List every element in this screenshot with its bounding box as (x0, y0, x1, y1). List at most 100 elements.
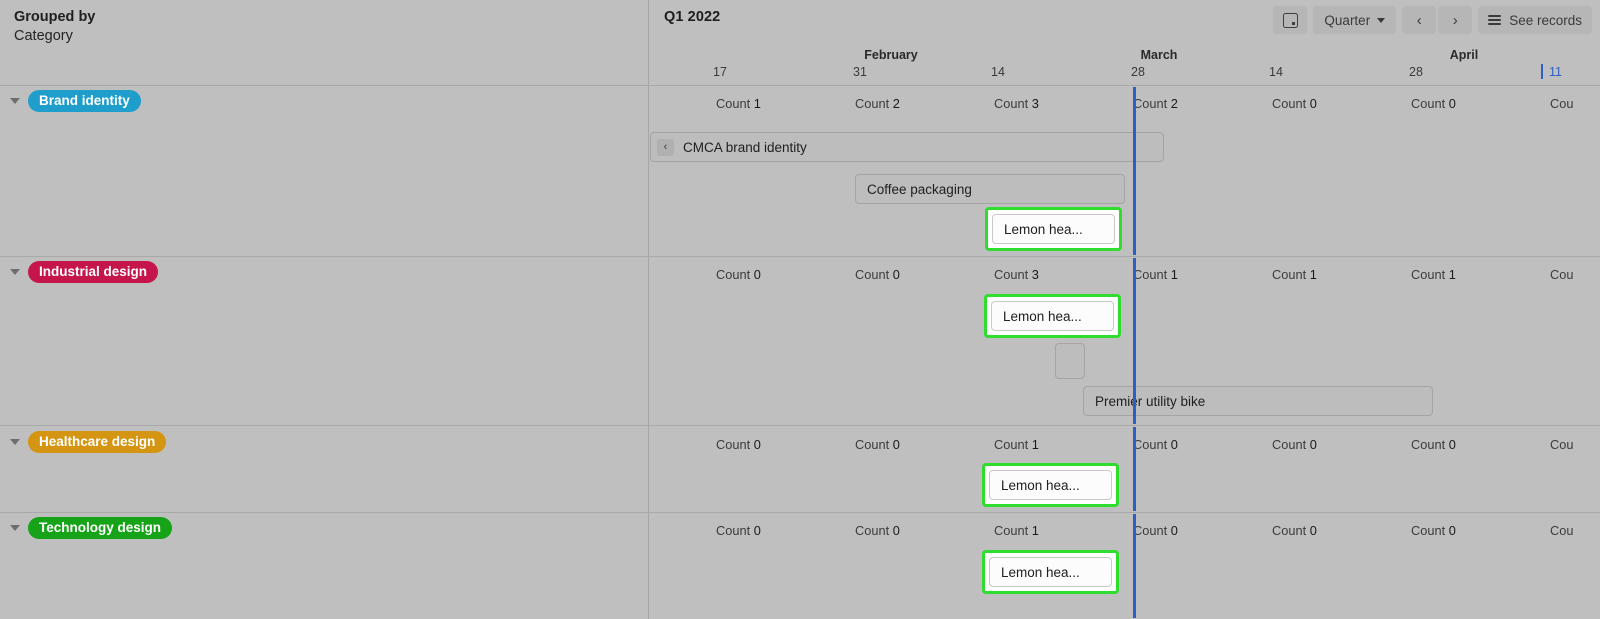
date-scale: February March April 17 31 14 28 14 28 11 (648, 44, 1600, 84)
collapse-triangle-icon[interactable] (10, 439, 20, 445)
count-cell: Count 0 (855, 267, 900, 282)
today-line (1133, 87, 1136, 255)
count-cell: Count 0 (1133, 523, 1178, 538)
collapse-triangle-icon[interactable] (10, 525, 20, 531)
range-dropdown[interactable]: Quarter (1313, 6, 1397, 34)
task-bar-label[interactable]: Lemon hea... (991, 301, 1114, 331)
selected-task-bar[interactable]: Lemon hea... (982, 463, 1119, 507)
count-label: Count (994, 267, 1032, 282)
group-header-healthcare-design[interactable]: Healthcare design (10, 431, 167, 453)
timeline-toolbar: Quarter ‹ › See records (1273, 6, 1592, 34)
category-pill[interactable]: Industrial design (28, 261, 159, 283)
count-value: 0 (753, 523, 761, 538)
selected-task-bar[interactable]: Lemon hea... (984, 294, 1121, 338)
group-header-technology-design[interactable]: Technology design (10, 517, 173, 539)
range-dropdown-label: Quarter (1324, 12, 1371, 28)
square-dot-icon (1282, 12, 1298, 28)
selected-task-bar[interactable]: Lemon hea... (985, 207, 1122, 251)
scale-day-label: 11 (1549, 65, 1562, 79)
count-cell: Count 0 (855, 437, 900, 452)
next-period-button[interactable]: › (1438, 6, 1473, 34)
count-cell: Count 0 (716, 523, 761, 538)
chevron-left-icon[interactable]: ‹ (657, 138, 674, 156)
count-value: 0 (753, 267, 761, 282)
count-label: Count (716, 96, 754, 111)
selected-task-bar[interactable]: Lemon hea... (982, 550, 1119, 594)
count-label: Count (1133, 96, 1171, 111)
group-header-industrial-design[interactable]: Industrial design (10, 261, 159, 283)
today-tick-icon (1541, 64, 1543, 79)
count-label: Count (855, 523, 893, 538)
row-divider (0, 425, 1600, 426)
see-records-button[interactable]: See records (1478, 6, 1592, 34)
today-line (1133, 427, 1136, 511)
focus-today-button[interactable] (1273, 6, 1308, 34)
row-divider (0, 256, 1600, 257)
count-label: Count (716, 437, 754, 452)
count-label: Count (1133, 523, 1171, 538)
count-value: 1 (1031, 437, 1039, 452)
count-cell: Count 0 (1272, 96, 1317, 111)
count-label: Count (1133, 437, 1171, 452)
count-value: 0 (1309, 523, 1317, 538)
chevron-down-icon (1377, 17, 1386, 23)
scale-day-label: 14 (1269, 65, 1283, 79)
category-pill[interactable]: Brand identity (28, 90, 141, 112)
task-bar-label[interactable]: Lemon hea... (989, 470, 1112, 500)
task-bar[interactable]: Coffee packaging (855, 174, 1125, 204)
hamburger-icon (1488, 15, 1502, 25)
scale-day-label: 31 (853, 65, 867, 79)
count-cell: Count 2 (1133, 96, 1178, 111)
collapse-triangle-icon[interactable] (10, 269, 20, 275)
count-value: 0 (1170, 523, 1178, 538)
task-bar-label: Coffee packaging (867, 181, 972, 197)
count-cell: Count 1 (994, 523, 1039, 538)
count-label: Count (1411, 523, 1449, 538)
count-cell: Count 1 (994, 437, 1039, 452)
count-label: Count (994, 523, 1032, 538)
count-cell: Cou (1550, 267, 1574, 282)
grouped-by-indicator: Grouped by Category (14, 8, 414, 46)
row-divider (0, 85, 1600, 86)
count-value: 0 (1309, 437, 1317, 452)
count-label: Count (855, 267, 893, 282)
see-records-label: See records (1509, 12, 1582, 28)
count-cell: Count 0 (1411, 96, 1456, 111)
count-label: Count (1411, 96, 1449, 111)
count-cell: Count 3 (994, 96, 1039, 111)
period-title: Q1 2022 (664, 9, 721, 25)
category-pill[interactable]: Technology design (28, 517, 173, 539)
previous-period-button[interactable]: ‹ (1402, 6, 1437, 34)
task-bar[interactable]: Premier utility bike (1083, 386, 1433, 416)
empty-task-bar[interactable] (1055, 343, 1085, 379)
scale-day-label: 14 (991, 65, 1005, 79)
count-value: 1 (1031, 523, 1039, 538)
count-value: 0 (1448, 96, 1456, 111)
count-cell: Count 2 (855, 96, 900, 111)
task-bar-label[interactable]: Lemon hea... (992, 214, 1115, 244)
count-value: 1 (753, 96, 761, 111)
scale-day-label: 28 (1131, 65, 1145, 79)
count-value: 0 (1448, 523, 1456, 538)
count-cell: Count 3 (994, 267, 1039, 282)
panel-divider (648, 0, 649, 619)
scale-month-label: April (1449, 48, 1479, 62)
count-cell: Count 0 (716, 267, 761, 282)
count-cell: Count 1 (1272, 267, 1317, 282)
count-cell: Cou (1550, 96, 1574, 111)
count-label: Count (855, 96, 893, 111)
category-pill[interactable]: Healthcare design (28, 431, 167, 453)
count-cell: Count 1 (1133, 267, 1178, 282)
task-bar[interactable]: ‹ CMCA brand identity (650, 132, 1164, 162)
count-label: Count (1272, 267, 1310, 282)
collapse-triangle-icon[interactable] (10, 98, 20, 104)
period-nav-group: ‹ › (1402, 6, 1473, 34)
task-bar-label[interactable]: Lemon hea... (989, 557, 1112, 587)
row-divider (0, 512, 1600, 513)
count-cell: Count 0 (1133, 437, 1178, 452)
count-label: Count (994, 96, 1032, 111)
count-value: 3 (1031, 96, 1039, 111)
count-cell: Count 0 (855, 523, 900, 538)
group-header-brand-identity[interactable]: Brand identity (10, 90, 141, 112)
count-cell: Cou (1550, 437, 1574, 452)
